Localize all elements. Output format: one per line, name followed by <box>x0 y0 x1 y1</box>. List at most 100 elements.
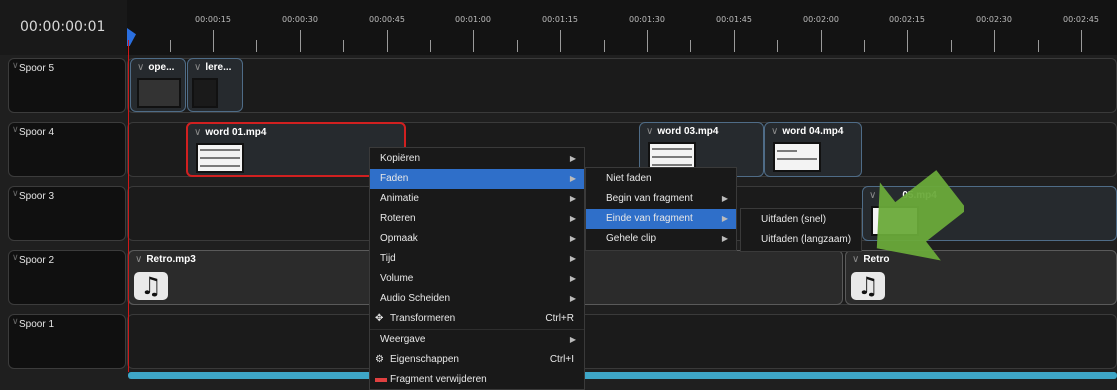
menu-item-einde-van-fragment[interactable]: Einde van fragment ▶ <box>586 209 736 229</box>
ruler-minor-tick <box>430 40 431 52</box>
menu-item-eigenschappen[interactable]: ⚙ Eigenschappen Ctrl+I <box>370 350 584 370</box>
ruler-minor-tick <box>1037 40 1039 52</box>
menu-item-opmaak[interactable]: Opmaak ▶ <box>370 229 584 249</box>
ruler-major-tick <box>473 30 475 52</box>
chevron-right-icon: ▶ <box>569 335 576 344</box>
chevron-down-icon[interactable]: ∨ <box>12 61 19 71</box>
ruler-label: 00:01:15 <box>542 15 578 24</box>
track-label-spoor-5[interactable]: ∨ Spoor 5 <box>8 58 126 113</box>
move-arrows-icon: ✥ <box>375 313 384 324</box>
track-area-spoor-1[interactable] <box>127 314 1117 369</box>
chevron-down-icon[interactable]: ∨ <box>12 317 19 327</box>
menu-item-weergave[interactable]: Weergave ▶ <box>370 329 584 350</box>
clip-ope[interactable]: ∨ ope... <box>130 58 186 112</box>
ruler-major-tick <box>1081 30 1082 52</box>
chevron-right-icon: ▶ <box>569 254 576 263</box>
chevron-right-icon: ▶ <box>569 234 576 243</box>
ruler-major-tick <box>733 30 735 52</box>
ruler-label: 00:01:00 <box>455 15 491 24</box>
menu-item-tijd[interactable]: Tijd ▶ <box>370 249 584 269</box>
context-menu: Kopiëren ▶ Faden ▶ Animatie ▶ Roteren ▶ Opma… <box>369 147 585 390</box>
ruler-label: 00:01:45 <box>716 15 752 24</box>
chevron-down-icon[interactable]: ∨ <box>646 126 653 137</box>
chevron-right-icon: ▶ <box>721 214 728 223</box>
gear-icon: ⚙ <box>375 354 384 365</box>
chevron-right-icon: ▶ <box>721 234 728 243</box>
clip-thumbnail <box>192 78 218 108</box>
chevron-right-icon: ▶ <box>569 194 576 203</box>
playhead-line <box>128 40 129 372</box>
ruler-major-tick <box>213 30 214 52</box>
music-note-icon: ♫ <box>851 272 885 300</box>
track-label-spoor-3[interactable]: ∨ Spoor 3 <box>8 186 126 241</box>
chevron-down-icon[interactable]: ∨ <box>194 127 201 138</box>
menu-item-fragment-verwijderen[interactable]: Fragment verwijderen <box>370 370 584 390</box>
chevron-right-icon: ▶ <box>569 214 576 223</box>
timeline-ruler[interactable]: 00:00:15 00:00:30 00:00:45 00:01:00 00:0… <box>127 0 1117 55</box>
menu-item-uitfaden-snel[interactable]: Uitfaden (snel) <box>741 210 861 230</box>
ruler-label: 00:02:00 <box>803 15 839 24</box>
track-label-spoor-2[interactable]: ∨ Spoor 2 <box>8 250 126 305</box>
clip-word-04[interactable]: ∨ word 04.mp4 <box>764 122 862 177</box>
chevron-right-icon: ▶ <box>721 194 728 203</box>
ruler-major-tick <box>299 30 301 52</box>
ruler-minor-tick <box>516 40 518 52</box>
remove-bar-icon <box>375 378 387 382</box>
ruler-minor-tick <box>343 40 345 52</box>
einde-submenu: Uitfaden (snel) Uitfaden (langzaam) <box>740 208 862 252</box>
ruler-label: 00:02:30 <box>976 15 1012 24</box>
menu-item-gehele-clip[interactable]: Gehele clip ▶ <box>586 229 736 249</box>
menu-item-niet-faden[interactable]: Niet faden <box>586 169 736 189</box>
chevron-down-icon[interactable]: ∨ <box>194 62 201 73</box>
chevron-down-icon[interactable]: ∨ <box>852 254 859 265</box>
menu-item-transformeren[interactable]: ✥ Transformeren Ctrl+R <box>370 309 584 329</box>
ruler-label: 00:00:30 <box>282 15 318 24</box>
ruler-minor-tick <box>950 40 952 52</box>
ruler-label: 00:02:15 <box>889 15 925 24</box>
ruler-minor-tick <box>603 40 605 52</box>
menu-item-begin-van-fragment[interactable]: Begin van fragment ▶ <box>586 189 736 209</box>
clip-thumbnail <box>773 142 821 172</box>
ruler-major-tick <box>386 30 388 52</box>
chevron-right-icon: ▶ <box>569 274 576 283</box>
faden-submenu: Niet faden Begin van fragment ▶ Einde van… <box>585 167 737 251</box>
ruler-minor-tick <box>777 40 779 52</box>
ruler-major-tick <box>560 30 562 52</box>
chevron-right-icon: ▶ <box>569 154 576 163</box>
ruler-major-tick <box>820 30 822 52</box>
menu-item-audio-scheiden[interactable]: Audio Scheiden ▶ <box>370 289 584 309</box>
ruler-label: 00:01:30 <box>629 15 665 24</box>
ruler-label: 00:00:45 <box>369 15 405 24</box>
ruler-major-tick <box>994 30 996 52</box>
green-arrow-annotation <box>876 170 964 261</box>
track-label-spoor-4[interactable]: ∨ Spoor 4 <box>8 122 126 177</box>
ruler-label: 00:00:15 <box>195 15 231 24</box>
ruler-minor-tick <box>690 40 692 52</box>
chevron-right-icon: ▶ <box>569 174 576 183</box>
track-label-spoor-1[interactable]: ∨ Spoor 1 <box>8 314 126 369</box>
timecode-display: 00:00:00:01 <box>0 0 127 55</box>
ruler-major-tick <box>647 30 648 52</box>
menu-item-roteren[interactable]: Roteren ▶ <box>370 209 584 229</box>
ruler-minor-tick <box>169 40 171 52</box>
menu-item-uitfaden-langzaam[interactable]: Uitfaden (langzaam) <box>741 230 861 250</box>
chevron-right-icon: ▶ <box>569 294 576 303</box>
menu-item-animatie[interactable]: Animatie ▶ <box>370 189 584 209</box>
ruler-label: 00:02:45 <box>1063 15 1099 24</box>
ruler-minor-tick <box>864 40 865 52</box>
chevron-down-icon[interactable]: ∨ <box>137 62 144 73</box>
ruler-minor-tick <box>256 40 258 52</box>
clip-thumbnail <box>137 78 181 108</box>
chevron-down-icon[interactable]: ∨ <box>771 126 778 137</box>
chevron-down-icon[interactable]: ∨ <box>12 189 19 199</box>
chevron-down-icon[interactable]: ∨ <box>12 125 19 135</box>
chevron-down-icon[interactable]: ∨ <box>12 253 19 263</box>
menu-item-volume[interactable]: Volume ▶ <box>370 269 584 289</box>
track-area-spoor-5[interactable] <box>127 58 1117 113</box>
menu-item-kopieren[interactable]: Kopiëren ▶ <box>370 149 584 169</box>
timeline-scrollbar[interactable] <box>128 372 1117 379</box>
ruler-major-tick <box>907 30 909 52</box>
chevron-down-icon[interactable]: ∨ <box>135 254 142 265</box>
clip-lere[interactable]: ∨ lere... <box>187 58 243 112</box>
menu-item-faden[interactable]: Faden ▶ <box>370 169 584 189</box>
